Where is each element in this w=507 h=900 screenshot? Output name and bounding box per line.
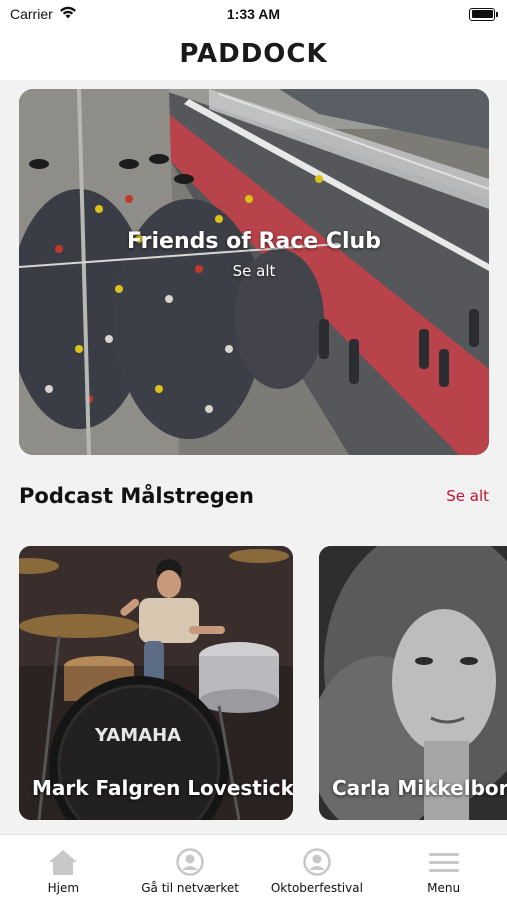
tab-bar: Hjem Gå til netværket Oktoberfestival Me…	[0, 834, 507, 900]
hero-see-all-link[interactable]: Se alt	[233, 262, 276, 280]
tab-hjem[interactable]: Hjem	[0, 835, 127, 900]
carrier-label: Carrier	[10, 6, 53, 22]
podcast-card-title: Mark Falgren Lovestick	[32, 776, 293, 800]
tab-menu[interactable]: Menu	[380, 835, 507, 900]
tab-label: Hjem	[47, 881, 80, 895]
tab-label: Menu	[427, 881, 461, 895]
podcast-see-all-link[interactable]: Se alt	[446, 487, 489, 505]
podcast-card[interactable]: YAMAHA Mark Falgren Lovestick	[19, 546, 293, 820]
podcast-carousel[interactable]: YAMAHA Mark Falgren Lovestick Carla Mikk…	[0, 546, 507, 820]
podcast-card[interactable]: Carla Mikkelborg	[319, 546, 507, 820]
tab-oktoberfestival[interactable]: Oktoberfestival	[254, 835, 381, 900]
app-header: PADDOCK	[0, 28, 507, 80]
app-title: PADDOCK	[179, 39, 328, 69]
hamburger-menu-icon	[428, 847, 460, 877]
podcast-section-header: Podcast Målstregen Se alt	[19, 478, 489, 514]
podcast-section-title: Podcast Målstregen	[19, 484, 254, 508]
hero-card-friends-of-race-club[interactable]: Friends of Race Club Se alt	[19, 89, 489, 455]
user-circle-icon	[174, 847, 206, 877]
status-bar: Carrier 1:33 AM	[0, 0, 507, 28]
user-circle-icon	[301, 847, 333, 877]
drum-brand-text: YAMAHA	[94, 725, 181, 746]
podcast-card-title: Carla Mikkelborg	[332, 776, 507, 800]
status-left: Carrier	[10, 6, 77, 22]
tab-label: Oktoberfestival	[270, 881, 363, 895]
hero-title: Friends of Race Club	[127, 228, 381, 254]
home-icon	[47, 847, 79, 877]
wifi-icon	[59, 6, 77, 22]
hero-overlay: Friends of Race Club Se alt	[19, 89, 489, 455]
battery-level	[471, 10, 493, 18]
tab-label: Gå til netværket	[141, 881, 240, 895]
battery-icon	[469, 7, 498, 21]
tab-netvaerket[interactable]: Gå til netværket	[127, 835, 254, 900]
